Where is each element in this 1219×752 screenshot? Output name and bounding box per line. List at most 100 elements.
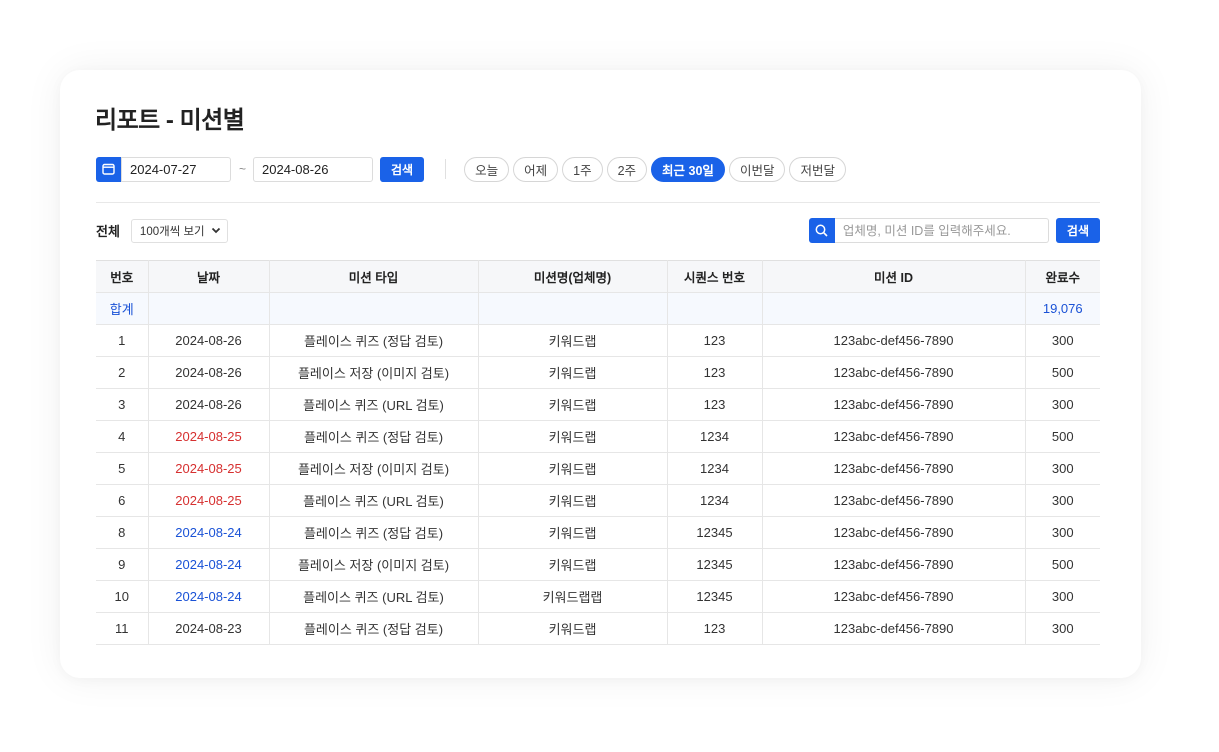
mission-name: 키워드랩 (478, 548, 668, 581)
chevron-down-icon (211, 227, 220, 234)
sequence-number: 123 (667, 612, 763, 645)
summary-total: 19,076 (1025, 292, 1100, 325)
table-row: 5 2024-08-25 플레이스 저장 (이미지 검토) 키워드랩 1234 123ab… (96, 452, 1100, 485)
end-date-input[interactable] (253, 156, 374, 182)
quick-range-button[interactable]: 어제 (513, 156, 559, 182)
completion-count: 300 (1025, 324, 1100, 357)
mission-id: 123abc-def456-7890 (762, 420, 1026, 453)
mission-name: 키워드랩 (478, 484, 668, 517)
mission-name: 키워드랩 (478, 420, 668, 453)
mission-type: 플레이스 퀴즈 (정답 검토) (269, 420, 479, 453)
search-icon-button[interactable] (808, 218, 835, 243)
quick-range-button[interactable]: 1주 (562, 156, 603, 182)
keyword-search-button[interactable]: 검색 (1055, 218, 1100, 243)
date-filter-row: ~ 검색 오늘어제1주2주최근 30일이번달저번달 (96, 156, 850, 182)
mission-id: 123abc-def456-7890 (762, 484, 1026, 517)
row-number: 5 (96, 452, 149, 485)
section-divider (96, 202, 1100, 203)
quick-range-button[interactable]: 저번달 (789, 156, 846, 182)
page-title: 리포트 - 미션별 (95, 107, 245, 134)
mission-type: 플레이스 퀴즈 (정답 검토) (269, 612, 479, 645)
search-input[interactable] (834, 218, 1049, 243)
table-row: 10 2024-08-24 플레이스 퀴즈 (URL 검토) 키워드랩랩 12345 12… (96, 580, 1100, 613)
table-row: 3 2024-08-26 플레이스 퀴즈 (URL 검토) 키워드랩 123 123abc… (96, 388, 1100, 421)
column-header: 날짜 (148, 260, 270, 293)
summary-label: 합계 (96, 292, 149, 325)
mission-name: 키워드랩 (478, 612, 668, 645)
mission-id: 123abc-def456-7890 (762, 516, 1026, 549)
quick-range-button[interactable]: 최근 30일 (651, 156, 725, 182)
calendar-icon (102, 163, 115, 175)
row-date: 2024-08-25 (148, 420, 270, 453)
sequence-number: 123 (667, 324, 763, 357)
completion-count: 300 (1025, 484, 1100, 517)
mission-id: 123abc-def456-7890 (762, 356, 1026, 389)
table-row: 11 2024-08-23 플레이스 퀴즈 (정답 검토) 키워드랩 123 123abc… (96, 612, 1100, 645)
completion-count: 500 (1025, 356, 1100, 389)
column-header: 번호 (96, 260, 149, 293)
table-row: 4 2024-08-25 플레이스 퀴즈 (정답 검토) 키워드랩 1234 123abc… (96, 420, 1100, 453)
mission-type: 플레이스 저장 (이미지 검토) (269, 356, 479, 389)
date-range-separator: ~ (239, 162, 247, 176)
sequence-number: 12345 (667, 516, 763, 549)
completion-count: 500 (1025, 420, 1100, 453)
mission-type: 플레이스 저장 (이미지 검토) (269, 548, 479, 581)
row-date: 2024-08-25 (148, 484, 270, 517)
page-size-select[interactable]: 100개씩 보기 (130, 218, 228, 243)
completion-count: 300 (1025, 580, 1100, 613)
mission-id: 123abc-def456-7890 (762, 388, 1026, 421)
mission-id: 123abc-def456-7890 (762, 452, 1026, 485)
mission-report-table: 번호 날짜 미션 타입 미션명(업체명) 시퀀스 번호 미션 ID 완료수 합계 19,07… (96, 260, 1100, 645)
row-number: 9 (96, 548, 149, 581)
calendar-button[interactable] (96, 156, 121, 182)
row-number: 10 (96, 580, 149, 613)
quick-range-group: 오늘 어제 1주 2주 최근 30일 이번달 저번달 (464, 156, 850, 182)
date-search-button[interactable]: 검색 (380, 156, 425, 182)
total-label: 전체 (96, 224, 120, 239)
mission-id: 123abc-def456-7890 (762, 612, 1026, 645)
mission-type: 플레이스 퀴즈 (URL 검토) (269, 484, 479, 517)
mission-id: 123abc-def456-7890 (762, 324, 1026, 357)
column-header: 미션명(업체명) (478, 260, 668, 293)
table-row: 1 2024-08-26 플레이스 퀴즈 (정답 검토) 키워드랩 123 123abc-… (96, 324, 1100, 357)
sequence-number: 123 (667, 356, 763, 389)
row-number: 1 (96, 324, 149, 357)
search-icon (815, 224, 828, 237)
sequence-number: 1234 (667, 452, 763, 485)
sequence-number: 1234 (667, 484, 763, 517)
mission-name: 키워드랩 (478, 452, 668, 485)
mission-name: 키워드랩 (478, 388, 668, 421)
row-number: 8 (96, 516, 149, 549)
mission-type: 플레이스 퀴즈 (URL 검토) (269, 580, 479, 613)
row-number: 6 (96, 484, 149, 517)
quick-range-button[interactable]: 오늘 (464, 156, 510, 182)
row-date: 2024-08-26 (148, 388, 270, 421)
completion-count: 500 (1025, 548, 1100, 581)
start-date-input[interactable] (121, 156, 231, 182)
row-number: 11 (96, 612, 149, 645)
mission-type: 플레이스 퀴즈 (정답 검토) (269, 324, 479, 357)
row-number: 3 (96, 388, 149, 421)
table-row: 8 2024-08-24 플레이스 퀴즈 (정답 검토) 키워드랩 12345 123ab… (96, 516, 1100, 549)
row-date: 2024-08-24 (148, 548, 270, 581)
completion-count: 300 (1025, 452, 1100, 485)
sequence-number: 12345 (667, 580, 763, 613)
row-date: 2024-08-26 (148, 324, 270, 357)
mission-id: 123abc-def456-7890 (762, 548, 1026, 581)
table-toolbar: 전체 100개씩 보기 검색 (96, 218, 1100, 243)
mission-type: 플레이스 퀴즈 (정답 검토) (269, 516, 479, 549)
sequence-number: 123 (667, 388, 763, 421)
sequence-number: 12345 (667, 548, 763, 581)
table-row: 9 2024-08-24 플레이스 저장 (이미지 검토) 키워드랩 12345 123a… (96, 548, 1100, 581)
completion-count: 300 (1025, 388, 1100, 421)
quick-range-button[interactable]: 2주 (606, 156, 648, 182)
page-size-value: 100개씩 보기 (139, 225, 205, 238)
divider (445, 159, 447, 179)
mission-name: 키워드랩랩 (478, 580, 668, 613)
quick-range-button[interactable]: 이번달 (728, 156, 786, 182)
mission-name: 키워드랩 (478, 516, 668, 549)
mission-id: 123abc-def456-7890 (762, 580, 1026, 613)
report-card: 리포트 - 미션별 ~ 검색 오늘어제1주2주최근 30일이번달저번달 전체 1… (60, 70, 1141, 678)
column-header: 미션 ID (762, 260, 1026, 293)
row-date: 2024-08-24 (148, 580, 270, 613)
